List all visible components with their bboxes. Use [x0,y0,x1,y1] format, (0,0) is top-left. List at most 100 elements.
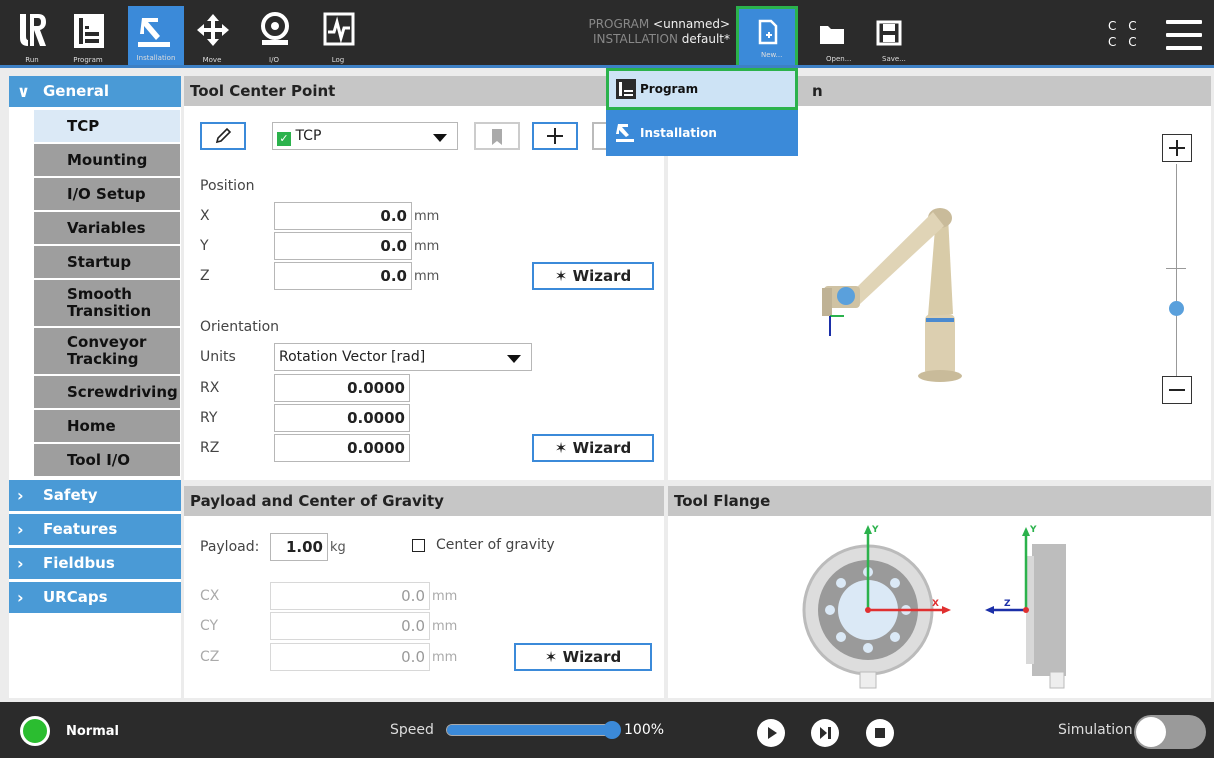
tcp-select-value: TCP [295,128,322,144]
cx-input[interactable]: 0.0 [270,582,430,610]
z-input[interactable]: 0.0 [274,262,412,290]
orientation-wizard-label: Wizard [572,439,632,457]
rz-input[interactable]: 0.0000 [274,434,410,462]
zoom-out-button[interactable] [1162,376,1192,404]
rx-input[interactable]: 0.0000 [274,374,410,402]
y-unit: mm [414,239,440,254]
bookmark-icon [492,129,502,145]
cy-label: CY [200,618,219,634]
stop-icon [875,728,885,738]
sidebar-fieldbus-label: Fieldbus [43,554,115,572]
tcp-select[interactable]: ✓ TCP [272,122,458,150]
log-tab-label: Log [331,56,345,64]
simulation-toggle[interactable] [1134,715,1206,749]
edit-tcp-button[interactable] [200,122,246,150]
units-select[interactable]: Rotation Vector [rad] [274,343,532,371]
move-tab[interactable]: Move [190,4,234,66]
folder-icon [820,26,844,44]
sidebar-item-tool-io[interactable]: Tool I/O [34,444,180,476]
stop-button[interactable] [866,719,894,747]
sidebar-item-smooth-transition[interactable]: Smooth Transition [34,280,180,326]
sidebar-urcaps[interactable]: › URCaps [9,582,181,613]
cc-indicator-top: C C [1108,19,1141,33]
units-select-value: Rotation Vector [rad] [279,349,426,365]
sidebar-item-screwdriving[interactable]: Screwdriving [34,376,180,408]
sidebar-general[interactable]: ∨ General [9,76,181,107]
log-tab[interactable]: Log [316,4,360,66]
zoom-slider-track[interactable] [1176,164,1177,378]
position-label: Position [200,178,255,194]
minus-icon [1169,389,1185,391]
axis-x-label: X [932,599,939,609]
cy-input[interactable]: 0.0 [270,612,430,640]
position-wizard-button[interactable]: ✶ Wizard [532,262,654,290]
sidebar: ∨ General TCP Mounting I/O Setup Variabl… [9,76,181,698]
new-installation-menu-item[interactable]: Installation [606,112,798,154]
payload-wizard-label: Wizard [562,648,622,666]
tool-flange-title: Tool Flange [668,486,1211,516]
status-indicator-icon[interactable] [20,716,50,746]
ry-input[interactable]: 0.0000 [274,404,410,432]
payload-label: Payload: [200,539,260,555]
sidebar-item-home[interactable]: Home [34,410,180,442]
sidebar-item-startup[interactable]: Startup [34,246,180,278]
flange-side-diagram: Y Z [985,525,1066,689]
installation-key: INSTALLATION [592,32,678,46]
open-button[interactable]: Open... [804,8,862,66]
new-program-menu-item[interactable]: Program [606,68,798,110]
add-tcp-button[interactable] [532,122,578,150]
orientation-label: Orientation [200,319,280,335]
payload-wizard-button[interactable]: ✶ Wizard [514,643,652,671]
program-tab[interactable]: Program [66,4,110,66]
plus-icon [1169,140,1185,156]
save-button[interactable]: Save... [860,8,918,66]
zoom-in-button[interactable] [1162,134,1192,162]
program-name: <unnamed> [653,17,730,31]
sidebar-features[interactable]: › Features [9,514,181,545]
cog-checkbox[interactable] [412,539,425,552]
sidebar-item-mounting[interactable]: Mounting [34,144,180,176]
y-input[interactable]: 0.0 [274,232,412,260]
orientation-wizard-button[interactable]: ✶ Wizard [532,434,654,462]
open-button-label: Open... [826,55,852,63]
x-input[interactable]: 0.0 [274,202,412,230]
axis-y-side-label: Y [1029,525,1037,535]
set-default-tcp-button[interactable] [474,122,520,150]
sidebar-item-variables[interactable]: Variables [34,212,180,244]
save-button-label: Save... [882,55,906,63]
status-label: Normal [66,724,119,739]
sidebar-fieldbus[interactable]: › Fieldbus [9,548,181,579]
io-icon [261,12,289,45]
x-unit: mm [414,209,440,224]
payload-input[interactable]: 1.00 [270,533,328,561]
zoom-slider-knob[interactable] [1169,301,1184,316]
new-installation-label: Installation [640,126,717,140]
new-file-icon [758,19,778,45]
step-icon [820,727,831,739]
cx-unit: mm [432,589,458,604]
speed-label: Speed [390,722,434,738]
program-tab-label: Program [73,56,103,64]
sidebar-item-conveyor-tracking[interactable]: Conveyor Tracking [34,328,180,374]
sidebar-item-io-setup[interactable]: I/O Setup [34,178,180,210]
step-button[interactable] [811,719,839,747]
hamburger-menu-icon[interactable] [1166,20,1202,59]
io-tab[interactable]: I/O [252,4,296,66]
installation-tab[interactable]: Installation [128,6,184,66]
tcp-check-icon: ✓ [277,132,291,146]
chevron-right-icon: › [17,554,24,573]
robot-3d-view[interactable] [808,196,988,386]
sidebar-safety[interactable]: › Safety [9,480,181,511]
speed-slider-fill [447,725,615,735]
simulation-label: Simulation [1058,722,1133,738]
run-tab[interactable]: Run [10,4,54,66]
sidebar-general-label: General [43,82,109,100]
speed-slider[interactable] [446,721,621,739]
sidebar-item-tcp[interactable]: TCP [34,110,180,142]
new-button-label: New... [761,51,783,59]
new-button[interactable]: New... [736,6,798,68]
installation-icon [138,18,170,47]
speed-slider-knob[interactable] [603,721,621,739]
play-button[interactable] [757,719,785,747]
cz-input[interactable]: 0.0 [270,643,430,671]
